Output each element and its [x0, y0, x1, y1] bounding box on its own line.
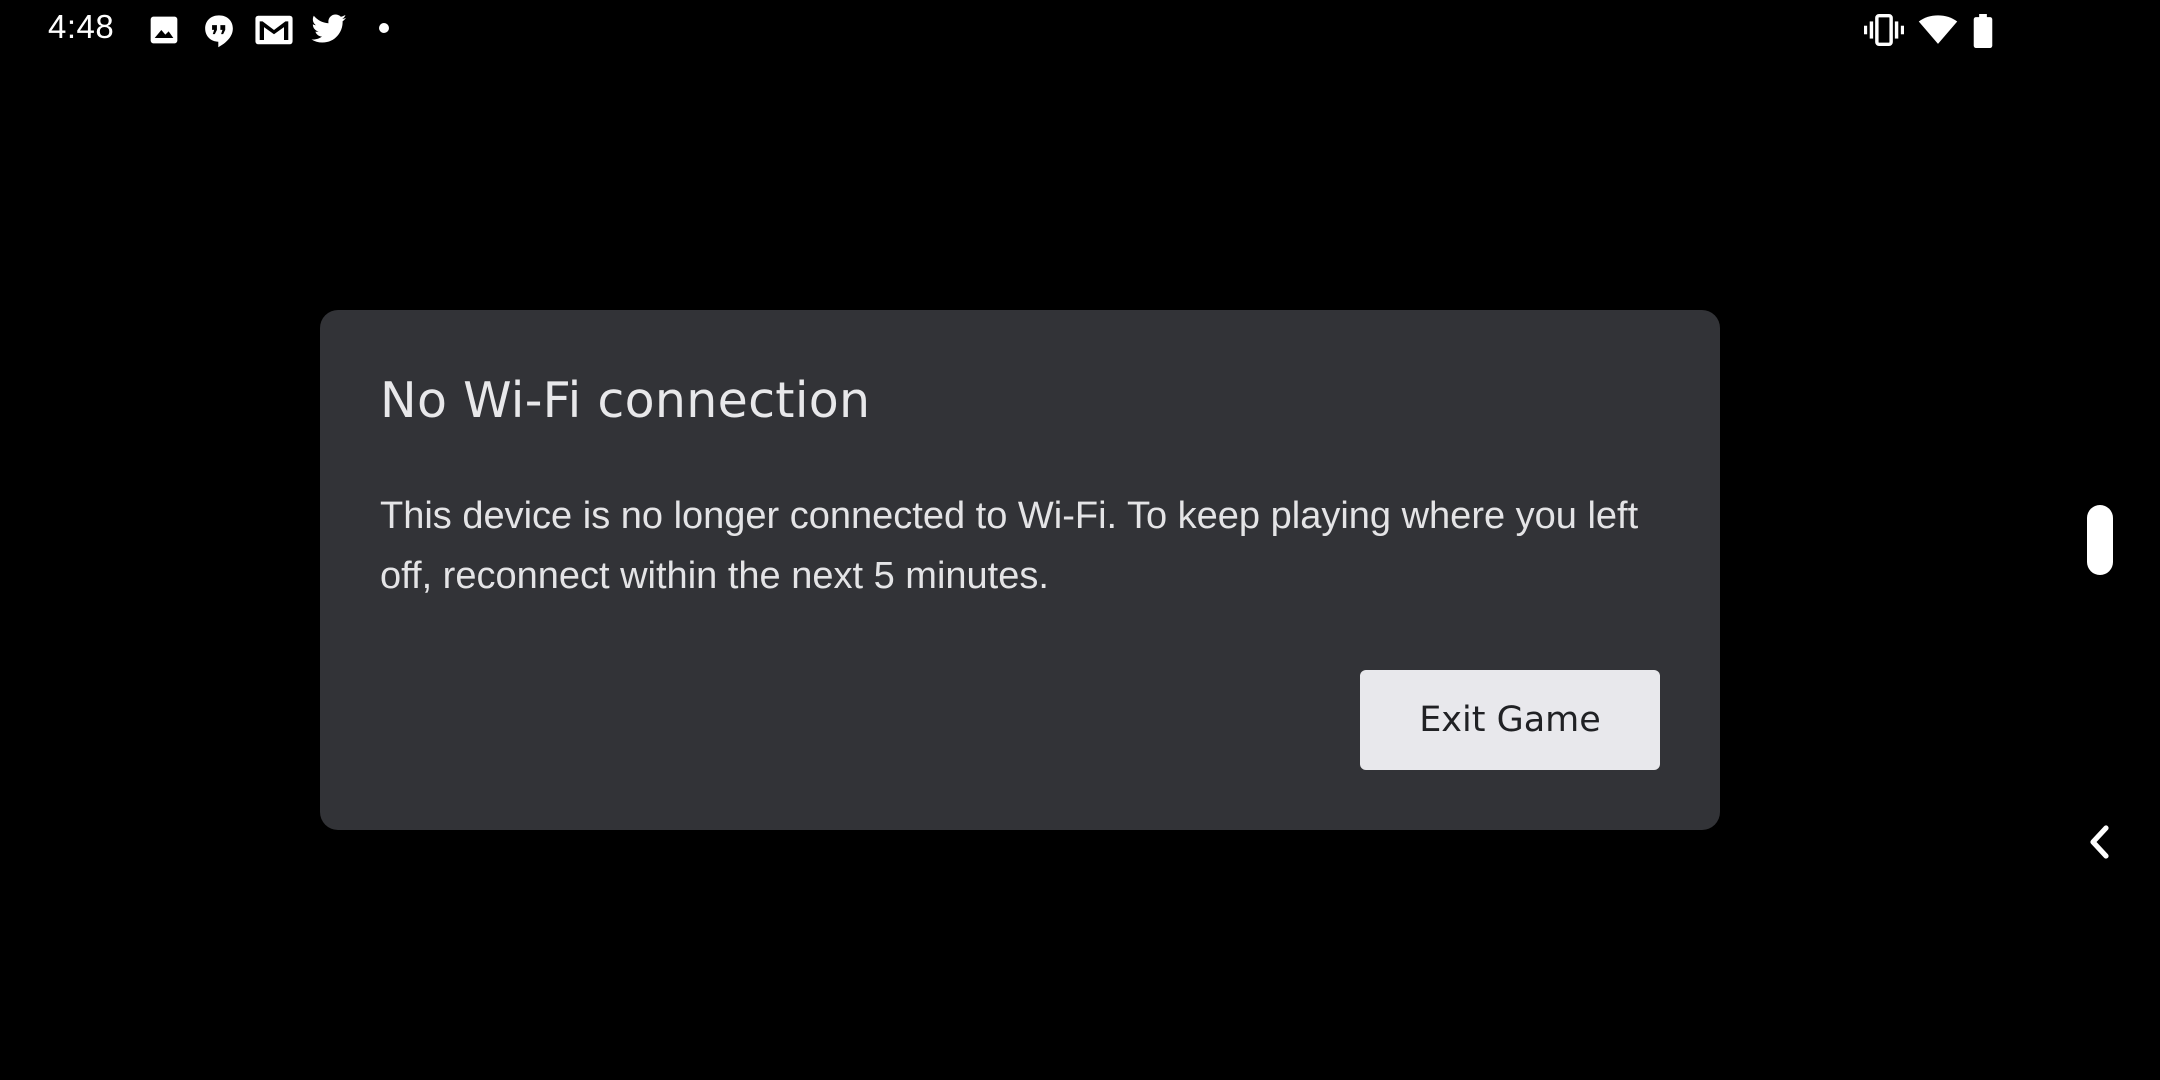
- image-icon: [148, 14, 180, 48]
- no-wifi-dialog: No Wi-Fi connection This device is no lo…: [320, 310, 1720, 830]
- vibrate-icon: [1864, 14, 1904, 48]
- hangouts-icon: [202, 14, 236, 48]
- dot-icon: [378, 22, 390, 56]
- battery-icon: [1972, 14, 1994, 48]
- dialog-title: No Wi-Fi connection: [380, 372, 871, 429]
- status-time: 4:48: [48, 8, 115, 45]
- scroll-handle[interactable]: [2087, 505, 2113, 575]
- twitter-icon: [310, 14, 348, 48]
- exit-game-button[interactable]: Exit Game: [1360, 670, 1660, 770]
- dialog-message: This device is no longer connected to Wi…: [380, 495, 1639, 597]
- game-screen: 4:48 No Wi-Fi connection This device is …: [0, 0, 2160, 1080]
- status-bar: 4:48: [0, 0, 2160, 60]
- gmail-icon: [254, 14, 294, 48]
- chevron-left-icon[interactable]: [2084, 822, 2116, 862]
- wifi-icon: [1918, 14, 1958, 48]
